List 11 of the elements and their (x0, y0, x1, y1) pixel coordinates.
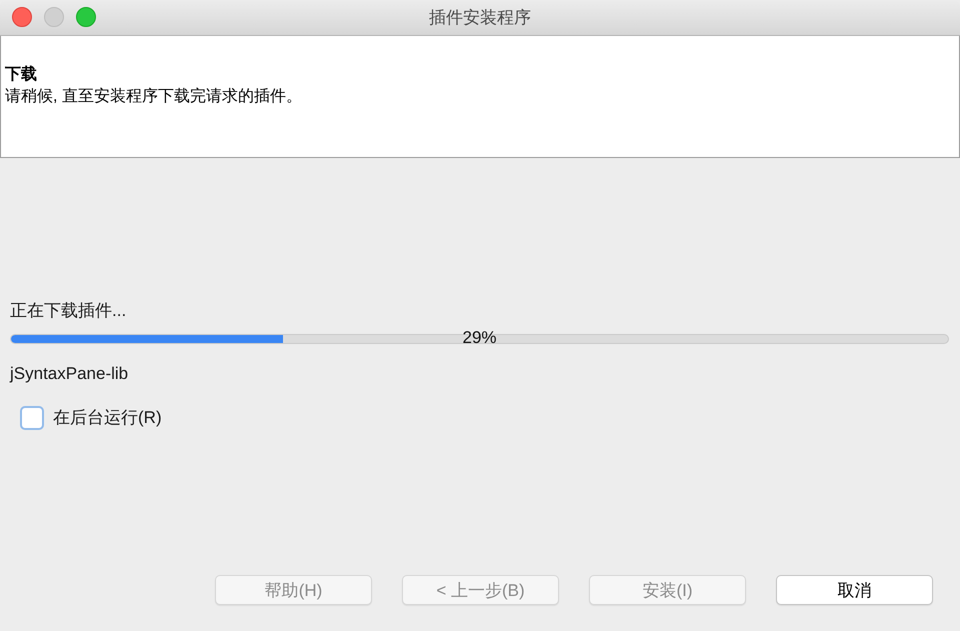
step-title: 下载 (5, 64, 37, 85)
progress-percent: 29% (462, 328, 497, 348)
progress-label: 正在下载插件... (10, 300, 126, 322)
zoom-window-icon[interactable] (76, 7, 96, 27)
background-checkbox[interactable] (20, 406, 44, 430)
close-window-icon[interactable] (12, 7, 32, 27)
window-title: 插件安装程序 (429, 7, 531, 29)
dialog-button[interactable]: 取消 (776, 575, 933, 605)
step-description: 请稍候, 直至安装程序下载完请求的插件。 (5, 86, 302, 107)
checkbox-label: 在后台运行(R) (53, 407, 162, 429)
plugin-name: jSyntaxPane-lib (10, 363, 128, 385)
